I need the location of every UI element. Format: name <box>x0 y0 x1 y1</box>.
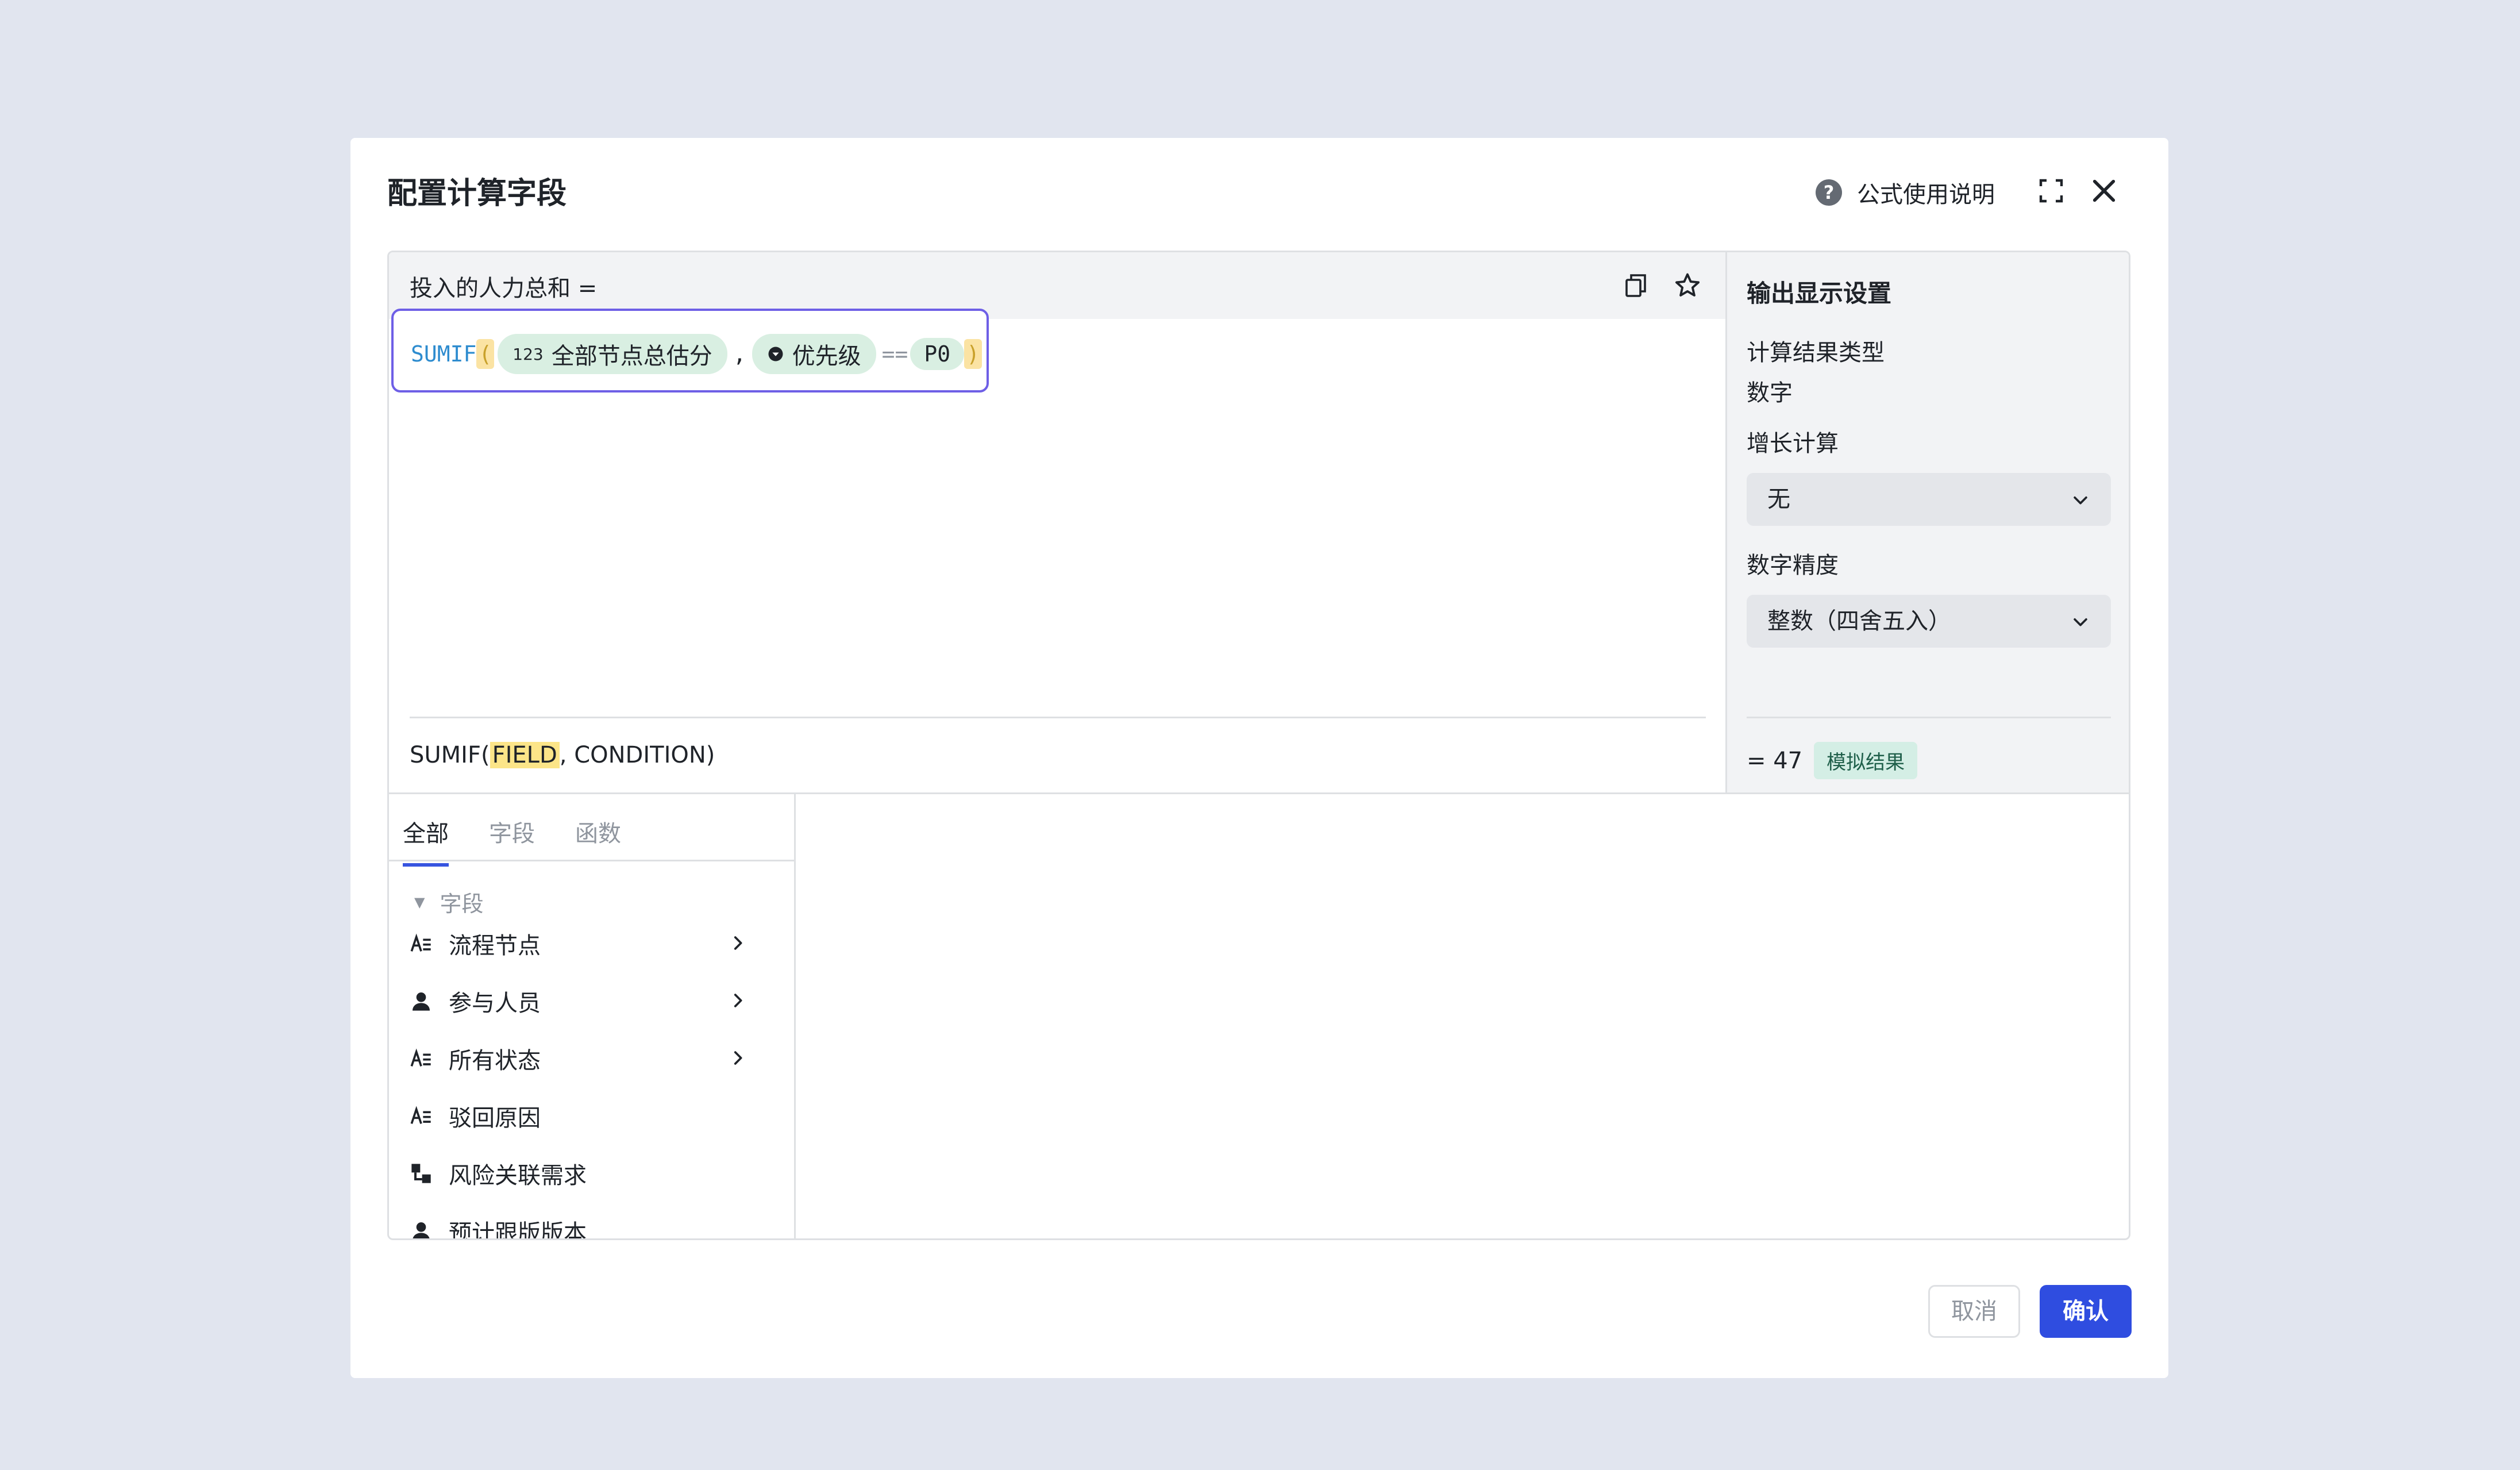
simulated-badge: 模拟结果 <box>1814 742 1918 779</box>
list-item-planned-version[interactable]: 预计跟版版本 <box>410 1208 777 1240</box>
number-field-icon: 123 <box>513 344 544 364</box>
editor-divider <box>410 717 1706 718</box>
field-group-header[interactable]: ▼ 字段 <box>414 886 483 918</box>
condition-field-chip[interactable]: 优先级 <box>752 334 876 374</box>
field-group-label: 字段 <box>440 891 484 917</box>
growth-select[interactable]: 无 <box>1747 473 2111 526</box>
tab-fields[interactable]: 字段 <box>489 815 535 867</box>
condition-field-label: 优先级 <box>792 343 861 370</box>
chevron-right-icon[interactable] <box>728 991 747 1010</box>
copy-icon[interactable] <box>1622 272 1650 299</box>
syntax-highlight: FIELD <box>490 742 560 768</box>
condition-value[interactable]: P0 <box>910 338 965 370</box>
close-icon[interactable] <box>2088 175 2120 207</box>
formula-open-paren: ( <box>476 339 495 369</box>
output-settings-title: 输出显示设置 <box>1747 279 1892 307</box>
chevron-right-icon[interactable] <box>728 1048 747 1068</box>
question-icon: ? <box>1816 179 1842 206</box>
relation-icon <box>411 1164 431 1183</box>
person-icon <box>413 1222 430 1238</box>
function-syntax-hint: SUMIF(FIELD, CONDITION) <box>410 742 715 768</box>
format-icon[interactable] <box>1673 271 1702 301</box>
result-value: = 47 <box>1747 747 1803 774</box>
caret-down-icon: ▼ <box>414 894 425 910</box>
simulated-result: = 47 模拟结果 <box>1747 742 1918 779</box>
growth-label: 增长计算 <box>1747 430 1839 457</box>
formula-help-link[interactable]: ? 公式使用说明 <box>1816 176 1995 209</box>
list-item-label: 风险关联需求 <box>449 1163 587 1189</box>
tab-all[interactable]: 全部 <box>403 815 449 867</box>
formula-close-paren: ) <box>964 339 982 369</box>
list-item-label: 驳回原因 <box>449 1105 541 1132</box>
person-icon <box>413 992 430 1011</box>
field-chip[interactable]: 123 全部节点总估分 <box>498 334 727 374</box>
formula-input[interactable]: SUMIF ( 123 全部节点总估分 , 优先级 == P0 ) <box>391 309 989 392</box>
formula-function: SUMIF <box>411 341 477 367</box>
field-function-list: 全部 字段 函数 ▼ 字段 流程节点 参与人员 所有状态 驳回原因 风险关联需求… <box>389 794 796 1240</box>
list-item-label: 预计跟版版本 <box>449 1220 587 1240</box>
precision-label: 数字精度 <box>1747 552 1839 579</box>
output-divider <box>1747 717 2111 718</box>
result-type-label: 计算结果类型 <box>1747 340 1885 366</box>
cancel-button[interactable]: 取消 <box>1928 1285 2020 1338</box>
tab-functions[interactable]: 函数 <box>575 815 621 867</box>
list-item-label: 流程节点 <box>449 933 541 959</box>
list-tabs: 全部 字段 函数 <box>403 815 661 867</box>
select-field-icon <box>768 347 783 361</box>
list-item-all-states[interactable]: 所有状态 <box>410 1036 777 1082</box>
output-settings-panel: 输出显示设置 计算结果类型 数字 增长计算 无 数字精度 整数（四舍五入） = … <box>1725 252 2129 792</box>
list-item-label: 所有状态 <box>449 1048 541 1074</box>
list-item-reject-reason[interactable]: 驳回原因 <box>410 1093 777 1139</box>
result-type-value: 数字 <box>1747 380 1793 406</box>
chevron-down-icon <box>2074 618 2087 626</box>
confirm-button[interactable]: 确认 <box>2040 1285 2132 1338</box>
formula-comma: , <box>733 341 746 367</box>
formula-expression: SUMIF ( 123 全部节点总估分 , 优先级 == P0 ) <box>411 334 982 374</box>
dialog-title: 配置计算字段 <box>387 176 567 211</box>
list-item-label: 参与人员 <box>449 990 541 1017</box>
formula-operator: == <box>881 341 908 367</box>
chevron-right-icon[interactable] <box>728 933 747 953</box>
text-field-icon <box>410 933 431 952</box>
formula-panel: 投入的人力总和 = SUMIF ( 123 全部节点总估分 , 优先级 == P… <box>387 251 2130 1240</box>
field-chip-label: 全部节点总估分 <box>551 343 712 370</box>
precision-select[interactable]: 整数（四舍五入） <box>1747 595 2111 648</box>
list-item-participants[interactable]: 参与人员 <box>410 978 777 1024</box>
list-item-flow-node[interactable]: 流程节点 <box>410 921 777 967</box>
list-item-risk-requirement[interactable]: 风险关联需求 <box>410 1150 777 1196</box>
text-field-icon <box>410 1048 431 1067</box>
fullscreen-icon[interactable] <box>2037 177 2065 205</box>
tabs-divider <box>389 860 794 861</box>
formula-help-label: 公式使用说明 <box>1857 182 1995 208</box>
calculated-field-dialog: 配置计算字段 ? 公式使用说明 投入的人力总和 = SUMIF ( 123 全部… <box>350 138 2168 1378</box>
text-field-icon <box>410 1106 431 1124</box>
syntax-prefix: SUMIF( <box>410 742 490 768</box>
growth-select-value: 无 <box>1767 486 1790 513</box>
syntax-suffix: , CONDITION) <box>559 742 715 768</box>
precision-select-value: 整数（四舍五入） <box>1767 608 1951 634</box>
chevron-down-icon <box>2074 496 2087 505</box>
field-name-label: 投入的人力总和 = <box>410 275 598 302</box>
